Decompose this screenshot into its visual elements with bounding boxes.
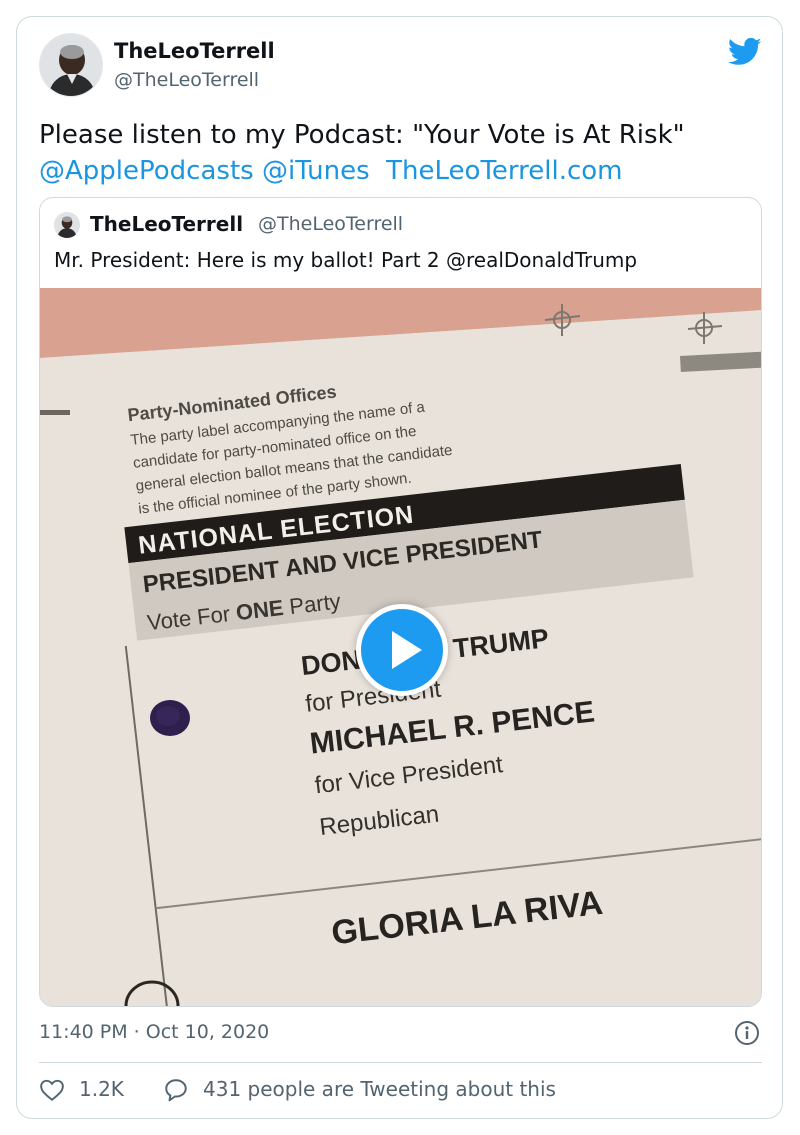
twitter-bird-icon[interactable] [727, 37, 762, 67]
quoted-tweet-text: Mr. President: Here is my ballot! Part 2… [54, 248, 638, 272]
play-button[interactable] [356, 604, 448, 696]
speech-bubble-icon[interactable] [163, 1077, 189, 1103]
link-itunes[interactable]: @iTunes [262, 156, 370, 186]
tweeting-about-link[interactable]: 431 people are Tweeting about this [203, 1077, 556, 1101]
quoted-author-name: TheLeoTerrell [90, 212, 244, 236]
video-thumbnail[interactable]: Party-Nominated Offices The party label … [40, 288, 761, 1006]
quoted-author-handle: @TheLeoTerrell [258, 213, 404, 235]
tweet-text: Please listen to my Podcast: "Your Vote … [39, 120, 685, 150]
like-count[interactable]: 1.2K [79, 1077, 124, 1101]
link-applepodcasts[interactable]: @ApplePodcasts [39, 156, 254, 186]
author-avatar[interactable] [39, 33, 103, 97]
quoted-tweet[interactable]: TheLeoTerrell @TheLeoTerrell Mr. Preside… [39, 197, 762, 1007]
link-website[interactable]: TheLeoTerrell.com [386, 156, 622, 186]
tweet-timestamp[interactable]: 11:40 PM · Oct 10, 2020 [39, 1021, 269, 1043]
play-icon [392, 631, 422, 669]
author-handle[interactable]: @TheLeoTerrell [114, 69, 259, 91]
divider [39, 1062, 762, 1063]
quoted-author-avatar [54, 212, 80, 238]
info-icon[interactable] [734, 1020, 760, 1046]
author-name[interactable]: TheLeoTerrell [114, 39, 275, 63]
tweet-links: @ApplePodcasts @iTunes TheLeoTerrell.com [39, 153, 623, 189]
tweet-card: TheLeoTerrell @TheLeoTerrell Please list… [16, 16, 783, 1119]
heart-icon[interactable] [39, 1077, 65, 1103]
